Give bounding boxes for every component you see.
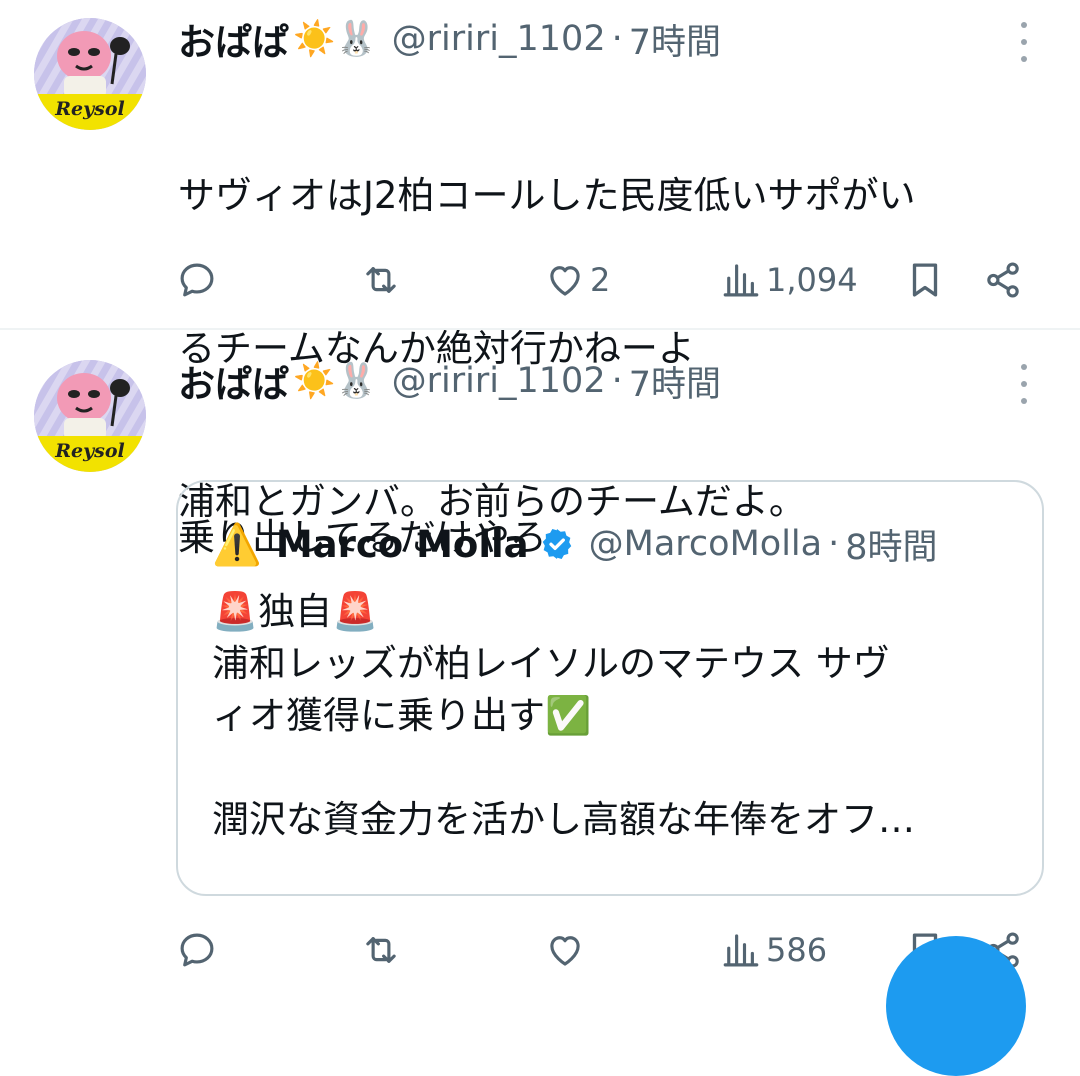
reply-icon (180, 263, 214, 297)
bookmark-icon (912, 263, 938, 297)
views-icon (723, 264, 759, 297)
quote-display-name[interactable]: Marco Molla (276, 523, 529, 566)
avatar-text: Reysol (55, 440, 125, 462)
tweet-1[interactable]: Reysol おぱぱ ☀️🐰 @ririri_1102 · 7時間 サヴィオはJ… (0, 0, 1080, 523)
separator-dot: · (828, 524, 840, 564)
tweet-text-line: サヴィオはJ2柏コールした民度低いサポがい (178, 174, 916, 217)
tweet-header: おぱぱ ☀️🐰 @ririri_1102 · 7時間 (178, 14, 721, 64)
retweet-icon (366, 267, 396, 293)
quote-text-line: ィオ獲得に乗り出す✅ (212, 694, 592, 737)
view-count: 586 (766, 931, 828, 969)
share-button[interactable] (982, 250, 1024, 310)
view-count: 1,094 (766, 261, 858, 299)
share-icon (987, 262, 1019, 298)
quote-text-line: 潤沢な資金力を活かし高額な年俸をオフ… (212, 798, 915, 841)
quote-text-line (212, 742, 1022, 794)
views-button[interactable]: 586 (720, 920, 827, 980)
name-emojis: ☀️🐰 (293, 19, 378, 59)
views-button[interactable]: 1,094 (720, 250, 858, 310)
quote-timestamp[interactable]: 8時間 (845, 519, 937, 570)
more-icon[interactable] (1016, 22, 1032, 62)
like-button[interactable] (544, 920, 590, 980)
quote-text-line: 浦和レッズが柏レイソルのマテウス サヴ (212, 642, 890, 685)
retweet-icon (366, 937, 396, 963)
retweet-button[interactable] (360, 920, 406, 980)
quote-header: ⚠️ Marco Molla @MarcoMolla · 8時間 (212, 516, 938, 572)
compose-fab-button[interactable] (886, 936, 1026, 1076)
reply-button[interactable] (176, 250, 222, 310)
quote-handle[interactable]: @MarcoMolla (589, 524, 822, 564)
display-name[interactable]: おぱぱ (178, 354, 289, 408)
heart-icon (550, 266, 580, 296)
heart-icon (550, 936, 580, 966)
quote-avatar[interactable]: ⚠️ (212, 521, 262, 568)
like-count: 2 (590, 261, 611, 299)
avatar[interactable]: Reysol (34, 18, 146, 130)
separator-dot: · (611, 19, 623, 59)
reply-button[interactable] (176, 920, 222, 980)
quoted-tweet[interactable]: ⚠️ Marco Molla @MarcoMolla · 8時間 🚨独自🚨 浦和… (176, 480, 1044, 896)
handle[interactable]: @ririri_1102 (392, 19, 606, 59)
quote-text: 🚨独自🚨 浦和レッズが柏レイソルのマテウス サヴ ィオ獲得に乗り出す✅ 潤沢な資… (212, 586, 1022, 846)
retweet-button[interactable] (360, 250, 406, 310)
quote-text-line: 🚨独自🚨 (212, 590, 379, 633)
avatar[interactable]: Reysol (34, 360, 146, 472)
display-name[interactable]: おぱぱ (178, 12, 289, 66)
name-emojis: ☀️🐰 (293, 361, 378, 401)
views-icon (723, 934, 759, 967)
timestamp[interactable]: 7時間 (629, 356, 721, 407)
like-button[interactable]: 2 (544, 250, 610, 310)
tweet-header: おぱぱ ☀️🐰 @ririri_1102 · 7時間 (178, 356, 721, 406)
verified-badge-icon (539, 526, 575, 562)
action-bar: 2 1,094 (0, 250, 1080, 310)
bookmark-button[interactable] (904, 250, 946, 310)
separator-dot: · (611, 361, 623, 401)
avatar-text: Reysol (55, 98, 125, 120)
timestamp[interactable]: 7時間 (629, 14, 721, 65)
more-icon[interactable] (1016, 364, 1032, 404)
reply-icon (180, 933, 214, 967)
handle[interactable]: @ririri_1102 (392, 361, 606, 401)
